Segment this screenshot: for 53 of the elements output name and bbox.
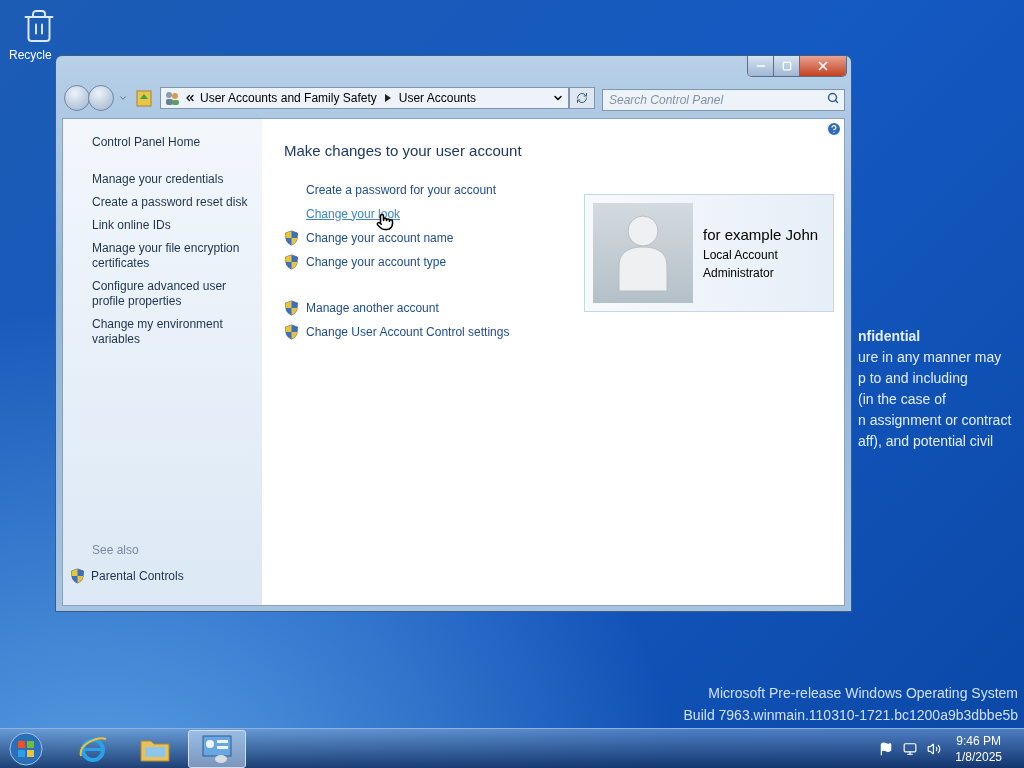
minimize-button[interactable] [748, 56, 774, 76]
sidebar-link[interactable]: Manage your file encryption certificates [92, 241, 252, 271]
network-icon[interactable] [903, 741, 918, 756]
search-field[interactable]: Search Control Panel [602, 89, 845, 111]
sidebar-link[interactable]: Configure advanced user profile properties [92, 279, 252, 309]
users-icon [164, 90, 180, 106]
account-name: for example John [703, 224, 819, 245]
forward-button[interactable] [88, 85, 114, 111]
task-link[interactable]: Change your account type [306, 252, 447, 271]
separator-arrow-icon[interactable] [384, 94, 391, 102]
task-link[interactable]: Change User Account Control settings [306, 322, 510, 341]
account-role: Administrator [703, 265, 775, 283]
sidebar-link[interactable]: Create a password reset disk [92, 195, 252, 210]
task-link[interactable]: Change your account name [306, 228, 454, 247]
sidebar-link[interactable]: Parental Controls [91, 567, 184, 585]
address-bar[interactable]: User Accounts and Family Safety User Accounts [160, 87, 569, 109]
taskbar-app-button[interactable] [188, 729, 246, 768]
chevrons-icon[interactable] [184, 92, 196, 104]
start-button[interactable] [6, 729, 46, 768]
close-button[interactable] [800, 56, 846, 76]
see-also-heading: See also [92, 542, 140, 559]
close-icon [816, 59, 830, 73]
sidebar-link[interactable]: Link online IDs [92, 218, 252, 233]
build-info-text: Microsoft Pre-release Windows Operating System [708, 684, 1018, 703]
breadcrumb-item[interactable]: User Accounts [398, 89, 477, 107]
back-button[interactable] [64, 85, 90, 111]
refresh-button[interactable] [569, 87, 595, 109]
sidebar-link[interactable]: Control Panel Home [92, 133, 262, 151]
desktop-notice-line: (in the case of [858, 390, 947, 409]
volume-icon[interactable] [927, 741, 942, 756]
control-panel-icon [201, 733, 233, 764]
sidebar-link[interactable]: Manage your credentials [92, 172, 252, 187]
desktop-notice-line: nfidential [858, 327, 922, 346]
help-icon[interactable] [826, 121, 842, 137]
desktop-notice-line: aff), and potential civil [858, 432, 995, 451]
desktop-icon-label[interactable]: Recycle [4, 46, 52, 64]
breadcrumb-item[interactable]: User Accounts and Family Safety [200, 89, 377, 107]
flag-icon[interactable] [879, 741, 894, 756]
desktop-notice-line: ure in any manner may [858, 348, 1003, 367]
refresh-icon [576, 92, 588, 104]
clock[interactable]: 9:46 PM 1/8/2025 [955, 732, 1002, 765]
windows-logo-icon [9, 731, 43, 766]
desktop-notice-line: p to and including [858, 369, 969, 388]
task-link[interactable]: Manage another account [306, 298, 439, 317]
search-icon[interactable] [827, 92, 839, 104]
account-type: Local Account [703, 247, 779, 265]
task-link[interactable]: Create a password for your account [306, 180, 497, 199]
build-info-text: Build 7963.winmain.110310-1721.bc1200a9b3dbbe5b [683, 706, 1018, 725]
desktop-notice-line: n assignment or contract [858, 411, 1012, 430]
page-heading: Make changes to your user account [284, 141, 523, 161]
maximize-button[interactable] [774, 56, 800, 76]
sidebar-link[interactable]: Change my environment variables [92, 317, 252, 347]
maximize-icon [781, 61, 792, 71]
